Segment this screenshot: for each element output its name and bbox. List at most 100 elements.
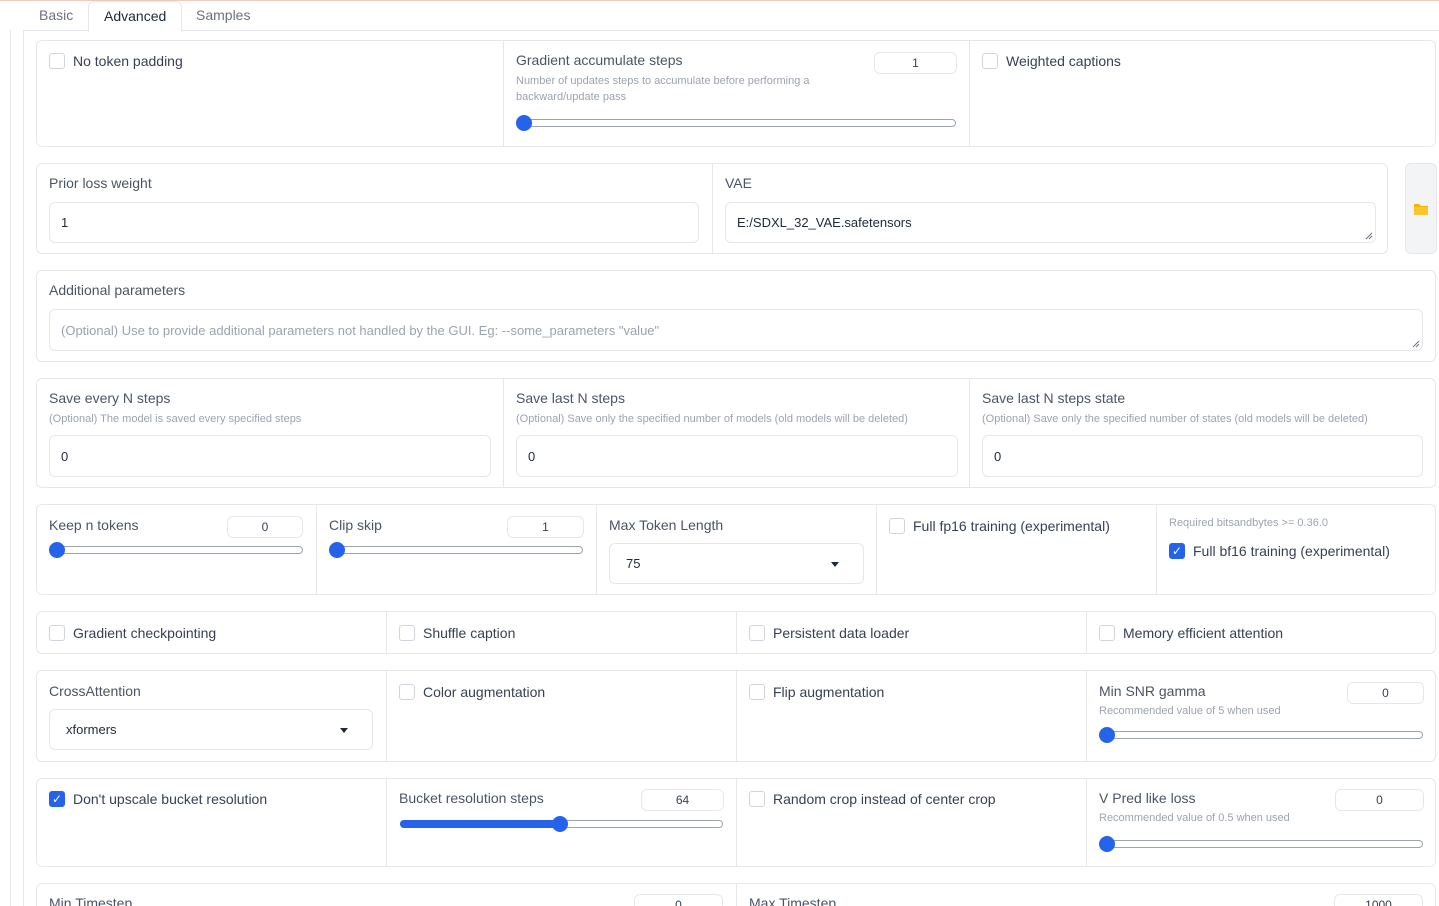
chevron-down-icon: [831, 561, 839, 567]
checkbox-box[interactable]: [49, 53, 65, 69]
slider-track: [337, 546, 583, 554]
dropdown-value: xformers: [66, 722, 117, 737]
timestep-panel: Min Timestep 0 Max Timestep 1000: [36, 883, 1436, 906]
checkbox-label: Color augmentation: [423, 684, 546, 700]
dropdown-value: 75: [626, 556, 641, 571]
checkbox-box[interactable]: [982, 53, 998, 69]
bucket-resolution-steps-slider[interactable]: [400, 816, 723, 832]
row-vae-panel: Prior loss weight 1 VAE E:/SDXL_32_VAE.s…: [36, 163, 1388, 254]
vae-cell: VAE E:/SDXL_32_VAE.safetensors: [712, 164, 1387, 253]
min-snr-gamma-input[interactable]: 0: [1347, 682, 1424, 704]
full-fp16-cell: Full fp16 training (experimental): [876, 505, 1156, 594]
persistent-data-loader-checkbox[interactable]: Persistent data loader: [749, 625, 909, 641]
checkbox-box[interactable]: [749, 625, 765, 641]
random-crop-checkbox[interactable]: Random crop instead of center crop: [749, 791, 996, 807]
min-snr-gamma-info: Recommended value of 5 when used: [1099, 705, 1281, 717]
gradient-accumulate-cell: Gradient accumulate steps 1 Number of up…: [503, 41, 969, 146]
check-icon: ✓: [51, 792, 63, 806]
checkbox-box[interactable]: [889, 518, 905, 534]
resize-handle-icon[interactable]: [1365, 232, 1373, 240]
keep-n-tokens-slider[interactable]: [49, 542, 303, 558]
checkbox-box[interactable]: [749, 684, 765, 700]
checkbox-box[interactable]: ✓: [49, 791, 65, 807]
additional-parameters-placeholder: (Optional) Use to provide additional par…: [61, 322, 660, 338]
slider-track: [1107, 840, 1423, 848]
inner-border: [23, 30, 24, 906]
prior-loss-weight-input[interactable]: 1: [49, 202, 699, 243]
vae-folder-button[interactable]: [1405, 163, 1437, 254]
min-timestep-label: Min Timestep: [49, 895, 133, 906]
resize-handle-icon[interactable]: [1412, 340, 1420, 348]
checkbox-label: Don't upscale bucket resolution: [73, 791, 268, 807]
slider-thumb[interactable]: [1099, 836, 1115, 852]
checkbox-box[interactable]: [749, 791, 765, 807]
full-bf16-checkbox[interactable]: ✓ Full bf16 training (experimental): [1169, 543, 1390, 559]
save-last-n-steps-state-input[interactable]: 0: [982, 435, 1423, 477]
max-timestep-input[interactable]: 1000: [1334, 894, 1423, 906]
slider-thumb[interactable]: [552, 816, 568, 832]
checkbox-box[interactable]: [49, 625, 65, 641]
vae-path-input[interactable]: E:/SDXL_32_VAE.safetensors: [725, 202, 1376, 243]
save-last-n-steps-state-info: (Optional) Save only the specified numbe…: [982, 413, 1368, 425]
checkbox-box[interactable]: [399, 625, 415, 641]
gradient-accumulate-slider[interactable]: [516, 115, 956, 131]
tab-advanced[interactable]: Advanced: [88, 1, 183, 32]
tab-samples[interactable]: Samples: [181, 1, 265, 31]
max-token-length-cell: Max Token Length 75: [596, 505, 876, 594]
shuffle-caption-checkbox[interactable]: Shuffle caption: [399, 625, 515, 641]
additional-parameters-label: Additional parameters: [49, 282, 186, 298]
color-augmentation-checkbox[interactable]: Color augmentation: [399, 684, 545, 700]
max-timestep-label: Max Timestep: [749, 895, 837, 906]
clip-skip-input[interactable]: 1: [507, 516, 584, 538]
dont-upscale-bucket-cell: ✓ Don't upscale bucket resolution: [37, 779, 386, 866]
bucket-resolution-steps-input[interactable]: 64: [641, 789, 724, 811]
checkbox-label: Persistent data loader: [773, 625, 910, 641]
no-token-padding-checkbox[interactable]: No token padding: [49, 53, 183, 69]
vae-path-value: E:/SDXL_32_VAE.safetensors: [737, 215, 912, 230]
full-bf16-info: Required bitsandbytes >= 0.36.0: [1169, 517, 1329, 529]
slider-thumb[interactable]: [1099, 727, 1115, 743]
checkbox-label: No token padding: [73, 53, 183, 69]
dont-upscale-bucket-checkbox[interactable]: ✓ Don't upscale bucket resolution: [49, 791, 267, 807]
v-pred-like-loss-slider[interactable]: [1099, 836, 1423, 852]
checkbox-label: Shuffle caption: [423, 625, 516, 641]
min-snr-gamma-slider[interactable]: [1099, 727, 1423, 743]
save-last-n-steps-input[interactable]: 0: [516, 435, 958, 477]
gradient-checkpointing-checkbox[interactable]: Gradient checkpointing: [49, 625, 216, 641]
random-crop-cell: Random crop instead of center crop: [736, 779, 1086, 866]
folder-icon: [1414, 203, 1428, 215]
max-token-length-label: Max Token Length: [609, 517, 724, 533]
checkbox-box[interactable]: ✓: [1169, 543, 1185, 559]
save-every-n-steps-cell: Save every N steps (Optional) The model …: [37, 379, 503, 487]
cross-attention-dropdown[interactable]: xformers: [49, 709, 373, 750]
slider-thumb[interactable]: [329, 542, 345, 558]
checkbox-box[interactable]: [1099, 625, 1115, 641]
color-augmentation-cell: Color augmentation: [386, 671, 736, 761]
gradient-accumulate-info: Number of updates steps to accumulate be…: [516, 75, 810, 103]
slider-fill: [400, 820, 560, 828]
slider-thumb[interactable]: [516, 115, 532, 131]
tokens-panel: Keep n tokens 0 Clip skip 1 Max Token Le…: [36, 504, 1436, 595]
max-token-length-dropdown[interactable]: 75: [609, 543, 864, 584]
bucket-panel: ✓ Don't upscale bucket resolution Bucket…: [36, 778, 1436, 867]
slider-thumb[interactable]: [49, 542, 65, 558]
save-every-n-steps-input[interactable]: 0: [49, 435, 491, 477]
min-timestep-cell: Min Timestep 0: [37, 884, 736, 906]
memory-efficient-attention-checkbox[interactable]: Memory efficient attention: [1099, 625, 1283, 641]
additional-parameters-input[interactable]: (Optional) Use to provide additional par…: [49, 309, 1423, 351]
save-steps-panel: Save every N steps (Optional) The model …: [36, 378, 1436, 488]
clip-skip-slider[interactable]: [329, 542, 583, 558]
tab-basic[interactable]: Basic: [24, 1, 88, 31]
weighted-captions-checkbox[interactable]: Weighted captions: [982, 53, 1121, 69]
full-fp16-checkbox[interactable]: Full fp16 training (experimental): [889, 518, 1110, 534]
save-last-n-steps-state-label: Save last N steps state: [982, 390, 1126, 406]
slider-track: [57, 546, 303, 554]
flip-augmentation-checkbox[interactable]: Flip augmentation: [749, 684, 884, 700]
checkbox-box[interactable]: [399, 684, 415, 700]
keep-n-tokens-input[interactable]: 0: [227, 516, 303, 538]
v-pred-like-loss-input[interactable]: 0: [1335, 789, 1424, 811]
checkbox-label: Full fp16 training (experimental): [913, 518, 1110, 534]
training-options-panel: Gradient checkpointing Shuffle caption P…: [36, 611, 1436, 654]
gradient-accumulate-input[interactable]: 1: [874, 52, 957, 74]
min-timestep-input[interactable]: 0: [634, 894, 723, 906]
